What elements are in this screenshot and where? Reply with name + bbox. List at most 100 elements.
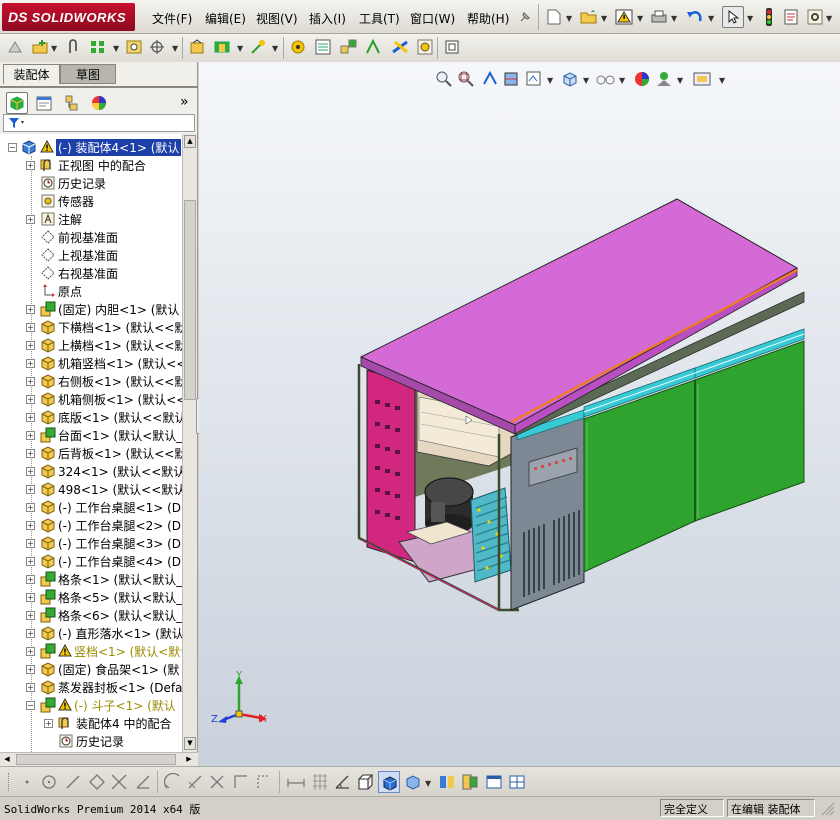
corner-rectangle-icon[interactable] xyxy=(232,773,250,791)
insert-components-icon[interactable] xyxy=(31,38,49,56)
dashed-corner-icon[interactable] xyxy=(255,773,273,791)
open-folder-icon[interactable] xyxy=(580,8,598,26)
tree-item[interactable]: + 下横档<1> (默认<<默认 xyxy=(0,318,182,336)
expand-icon[interactable]: + xyxy=(26,323,35,332)
exploded-view-icon[interactable] xyxy=(340,38,358,56)
tree-item[interactable]: + 格条<6> (默认<默认_显 xyxy=(0,606,182,624)
show-hidden-components-icon[interactable] xyxy=(189,38,207,56)
line-icon[interactable] xyxy=(64,773,82,791)
active-view-button[interactable] xyxy=(378,771,400,793)
tree-item[interactable]: + (-) 工作台桌腿<1> (D xyxy=(0,498,182,516)
intersection-icon[interactable] xyxy=(110,773,128,791)
two-viewport-icon[interactable] xyxy=(508,773,526,791)
tree-item[interactable]: + 装配体4 中的配合 xyxy=(0,714,182,732)
undo-icon[interactable] xyxy=(686,8,704,26)
tree-item[interactable]: +324<1> (默认<<默认>_ xyxy=(0,462,182,480)
chevron-down-icon[interactable]: ▼ xyxy=(601,14,607,23)
menu-file[interactable]: 文件(F) xyxy=(152,10,192,27)
hscroll-thumb[interactable] xyxy=(16,754,176,765)
tree-item[interactable]: + 正视图 中的配合 xyxy=(0,156,182,174)
edit-component-icon[interactable] xyxy=(7,38,25,56)
graphics-area[interactable]: ▼ ▼ ▼ ▼ ▼ Y X Z xyxy=(199,62,840,766)
spline-icon[interactable] xyxy=(208,773,226,791)
tree-item[interactable]: + (固定) 食品架<1> (默 xyxy=(0,660,182,678)
chevron-down-icon[interactable]: ▼ xyxy=(172,44,178,53)
expand-icon[interactable]: + xyxy=(26,395,35,404)
pin-icon[interactable] xyxy=(516,8,534,26)
chevron-down-icon[interactable]: ▼ xyxy=(708,14,714,23)
explode-line-sketch-icon[interactable] xyxy=(365,38,383,56)
scroll-right-arrow-icon[interactable]: ▶ xyxy=(183,754,195,765)
tree-filter-input[interactable] xyxy=(3,114,195,132)
menu-window[interactable]: 窗口(W) xyxy=(410,10,455,27)
grid-icon[interactable] xyxy=(310,773,330,791)
select-cursor-icon[interactable] xyxy=(722,6,744,28)
scroll-down-arrow-icon[interactable]: ▼ xyxy=(184,737,196,750)
tree-item[interactable]: + 右侧板<1> (默认<<默认 xyxy=(0,372,182,390)
solidworks-logo[interactable]: DS SOLIDWORKS xyxy=(2,3,135,31)
file-properties-icon[interactable] xyxy=(782,8,800,26)
expand-icon[interactable]: + xyxy=(26,161,35,170)
tree-item[interactable]: + 机箱竖档<1> (默认<<默 xyxy=(0,354,182,372)
expand-icon[interactable]: + xyxy=(26,503,35,512)
menu-edit[interactable]: 编辑(E) xyxy=(205,10,246,27)
expand-icon[interactable]: + xyxy=(26,431,35,440)
tree-item[interactable]: − (-) 装配体4<1> (默认 xyxy=(0,138,182,156)
chevron-down-icon[interactable]: ▼ xyxy=(671,14,677,23)
mate-paperclip-icon[interactable] xyxy=(64,38,82,56)
assembly-features-icon[interactable] xyxy=(214,38,232,56)
tree-item[interactable]: + 上横档<1> (默认<<默认 xyxy=(0,336,182,354)
tree-item[interactable]: + 格条<5> (默认<默认_显 xyxy=(0,588,182,606)
chevron-down-icon[interactable]: ▼ xyxy=(747,14,753,23)
tree-item[interactable]: 原点 xyxy=(0,282,182,300)
point-icon[interactable] xyxy=(20,773,34,791)
expand-icon[interactable]: + xyxy=(26,647,35,656)
expand-icon[interactable]: + xyxy=(26,593,35,602)
circle-icon[interactable] xyxy=(40,773,58,791)
expand-icon[interactable]: + xyxy=(26,539,35,548)
tree-item[interactable]: +498<1> (默认<<默认>_ xyxy=(0,480,182,498)
tree-item[interactable]: + (-) 工作台桌腿<4> (D xyxy=(0,552,182,570)
instant-3d-icon[interactable] xyxy=(443,38,461,56)
new-motion-study-icon[interactable] xyxy=(290,38,308,56)
expand-icon[interactable]: + xyxy=(26,683,35,692)
expand-icon[interactable]: + xyxy=(26,485,35,494)
chevron-down-icon[interactable]: ▼ xyxy=(237,44,243,53)
expand-icon[interactable]: + xyxy=(26,629,35,638)
tree-item[interactable]: + 竖档<1> (默认<默认 xyxy=(0,642,182,660)
chevron-down-icon[interactable]: ▼ xyxy=(113,44,119,53)
tree-item[interactable]: 历史记录 xyxy=(0,174,182,192)
expand-icon[interactable]: + xyxy=(26,377,35,386)
bill-of-materials-icon[interactable] xyxy=(315,38,333,56)
chevron-down-icon[interactable]: ▼ xyxy=(637,14,643,23)
display-manager-tab-icon[interactable] xyxy=(88,92,110,114)
menu-help[interactable]: 帮助(H) xyxy=(467,10,509,27)
chevron-down-icon[interactable]: ▼ xyxy=(566,14,572,23)
tree-item[interactable]: + (-) 工作台桌腿<2> (D xyxy=(0,516,182,534)
single-viewport-icon[interactable] xyxy=(485,773,503,791)
chevron-down-icon[interactable]: ▼ xyxy=(272,44,278,53)
tree-item[interactable]: 右视基准面 xyxy=(0,264,182,282)
chevron-down-icon[interactable]: ▼ xyxy=(51,44,57,53)
tab-sketch[interactable]: 草图 xyxy=(60,64,116,84)
traffic-light-icon[interactable] xyxy=(760,8,778,26)
tab-assembly[interactable]: 装配体 xyxy=(3,64,60,84)
options-gear-icon[interactable] xyxy=(806,8,824,26)
reference-geometry-icon[interactable] xyxy=(250,38,268,56)
expand-icon[interactable]: + xyxy=(26,665,35,674)
tree-item[interactable]: 传感器 xyxy=(0,192,182,210)
model-3d-render[interactable] xyxy=(199,62,840,766)
expand-icon[interactable]: + xyxy=(26,413,35,422)
expand-icon[interactable]: + xyxy=(26,215,35,224)
scroll-up-arrow-icon[interactable]: ▲ xyxy=(184,135,196,148)
tree-item[interactable]: + (固定) 内胆<1> (默认 xyxy=(0,300,182,318)
tree-item[interactable]: + 台面<1> (默认<默认_显 xyxy=(0,426,182,444)
menu-view[interactable]: 视图(V) xyxy=(256,10,298,27)
print-icon[interactable] xyxy=(650,8,668,26)
more-tabs-icon[interactable]: » xyxy=(180,94,189,110)
component-pattern-icon[interactable] xyxy=(90,38,108,56)
measure-angle-icon[interactable] xyxy=(333,773,351,791)
expand-icon[interactable]: + xyxy=(26,341,35,350)
expand-icon[interactable]: + xyxy=(26,467,35,476)
expand-icon[interactable]: + xyxy=(26,305,35,314)
